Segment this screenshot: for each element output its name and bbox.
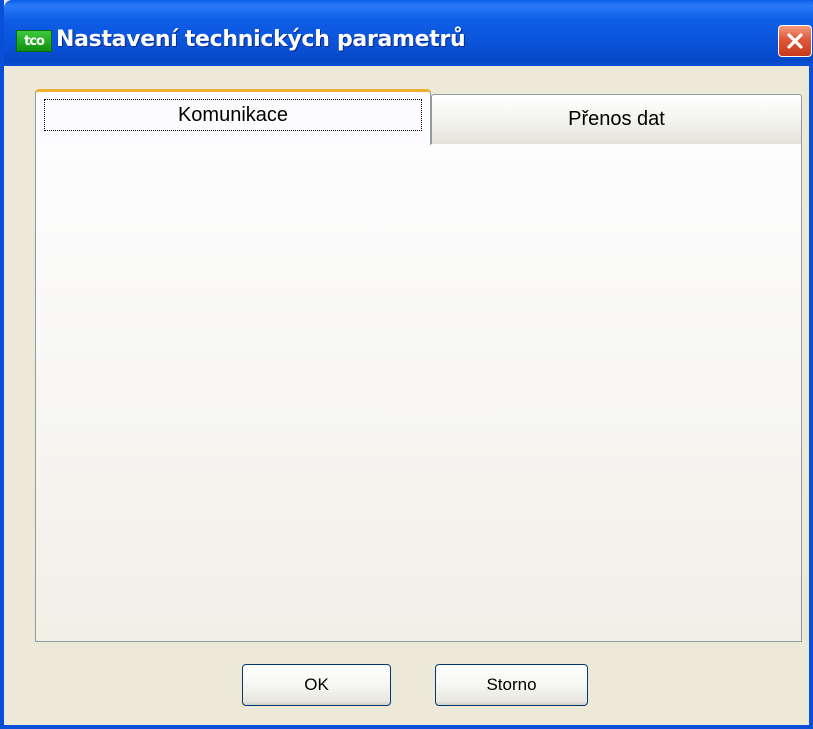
close-x-icon [787,33,803,49]
window-title: Nastavení technických parametrů [56,27,466,52]
tab-prenos-dat-label: Přenos dat [568,108,665,130]
cancel-button-label: Storno [486,675,537,694]
app-logo-text: tco [24,33,45,49]
cancel-button[interactable]: Storno [435,664,588,706]
ok-button[interactable]: OK [242,664,391,706]
close-button[interactable] [778,25,812,57]
ok-button-label: OK [304,675,329,694]
tab-prenos-dat[interactable]: Přenos dat [431,94,802,144]
app-logo-icon: tco [16,30,52,52]
tab-komunikace[interactable]: Komunikace [35,89,431,145]
tab-komunikace-label: Komunikace [177,104,289,126]
dialog-window: tco Nastavení technických parametrů Přen… [0,0,813,729]
tab-content-panel [35,143,802,642]
title-bar[interactable]: tco Nastavení technických parametrů [4,0,813,66]
